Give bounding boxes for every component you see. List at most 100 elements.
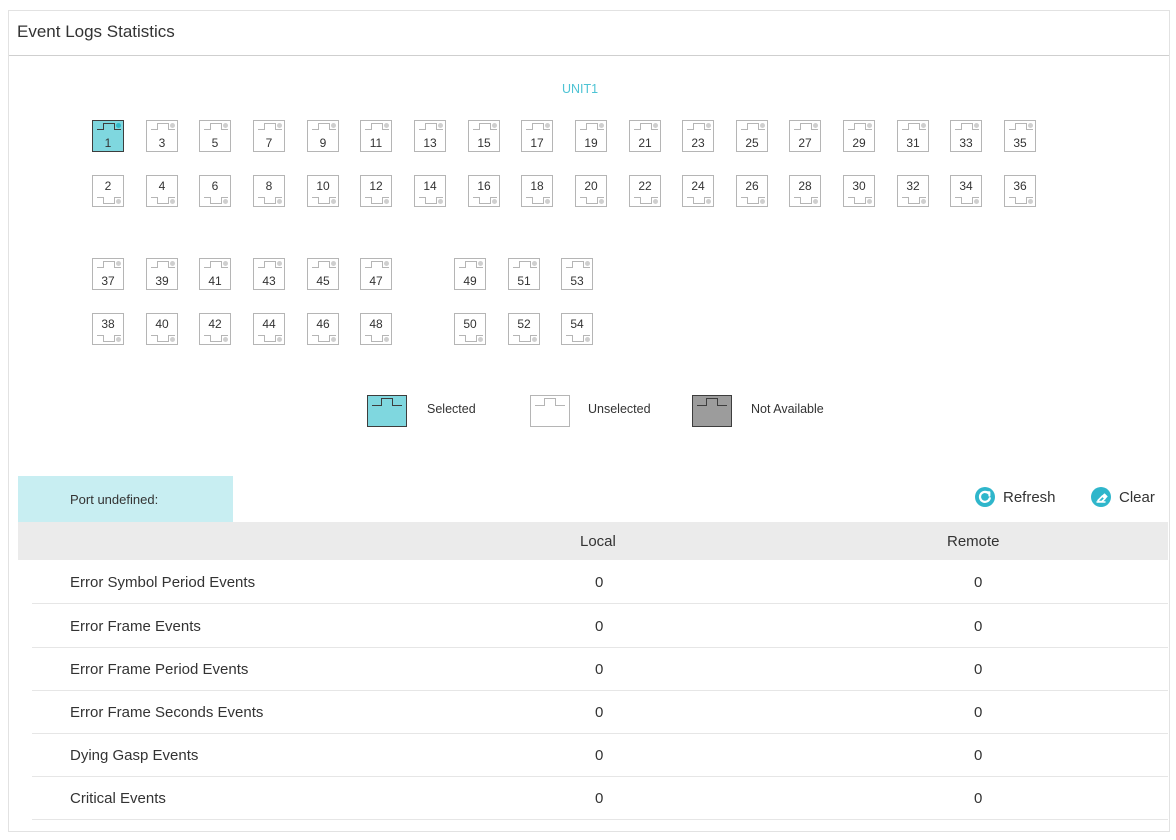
port-10[interactable]: 10 xyxy=(307,175,339,207)
port-7[interactable]: 7 xyxy=(253,120,285,152)
port-19[interactable]: 19 xyxy=(575,120,607,152)
port-24[interactable]: 24 xyxy=(682,175,714,207)
port-11[interactable]: 11 xyxy=(360,120,392,152)
port-30[interactable]: 30 xyxy=(843,175,875,207)
refresh-button[interactable]: Refresh xyxy=(975,486,1056,508)
port-status-dot xyxy=(331,261,336,266)
port-number: 27 xyxy=(798,136,812,150)
port-50[interactable]: 50 xyxy=(454,313,486,345)
port-40[interactable]: 40 xyxy=(146,313,178,345)
port-6[interactable]: 6 xyxy=(199,175,231,207)
port-20[interactable]: 20 xyxy=(575,175,607,207)
port-number: 34 xyxy=(959,179,973,193)
port-status-dot xyxy=(384,261,389,266)
port-status-dot xyxy=(1028,199,1033,204)
port-status-dot xyxy=(974,199,979,204)
port-43[interactable]: 43 xyxy=(253,258,285,290)
port-12[interactable]: 12 xyxy=(360,175,392,207)
port-44[interactable]: 44 xyxy=(253,313,285,345)
port-13[interactable]: 13 xyxy=(414,120,446,152)
port-number: 2 xyxy=(104,179,112,193)
row-remote: 0 xyxy=(974,574,983,591)
port-number: 54 xyxy=(570,317,584,331)
port-8[interactable]: 8 xyxy=(253,175,285,207)
port-number: 7 xyxy=(265,136,273,150)
port-status-dot xyxy=(223,261,228,266)
port-54[interactable]: 54 xyxy=(561,313,593,345)
port-17[interactable]: 17 xyxy=(521,120,553,152)
clear-button[interactable]: Clear xyxy=(1091,486,1155,508)
refresh-icon xyxy=(975,487,995,507)
port-25[interactable]: 25 xyxy=(736,120,768,152)
port-status-dot xyxy=(384,123,389,128)
port-status-dot xyxy=(277,199,282,204)
port-52[interactable]: 52 xyxy=(508,313,540,345)
port-38[interactable]: 38 xyxy=(92,313,124,345)
port-9[interactable]: 9 xyxy=(307,120,339,152)
port-41[interactable]: 41 xyxy=(199,258,231,290)
port-33[interactable]: 33 xyxy=(950,120,982,152)
panel-header: Event Logs Statistics xyxy=(9,11,1169,56)
port-47[interactable]: 47 xyxy=(360,258,392,290)
row-remote: 0 xyxy=(974,618,983,635)
port-number: 17 xyxy=(530,136,544,150)
port-35[interactable]: 35 xyxy=(1004,120,1036,152)
table-row: Error Frame Period Events 0 0 xyxy=(32,647,1168,691)
port-5[interactable]: 5 xyxy=(199,120,231,152)
port-37[interactable]: 37 xyxy=(92,258,124,290)
port-number: 52 xyxy=(517,317,531,331)
port-status-dot xyxy=(706,123,711,128)
table-row: Error Frame Seconds Events 0 0 xyxy=(32,690,1168,734)
port-status-dot xyxy=(1028,123,1033,128)
port-53[interactable]: 53 xyxy=(561,258,593,290)
port-21[interactable]: 21 xyxy=(629,120,661,152)
port-48[interactable]: 48 xyxy=(360,313,392,345)
port-39[interactable]: 39 xyxy=(146,258,178,290)
port-36[interactable]: 36 xyxy=(1004,175,1036,207)
port-45[interactable]: 45 xyxy=(307,258,339,290)
port-23[interactable]: 23 xyxy=(682,120,714,152)
port-status-dot xyxy=(760,123,765,128)
port-2[interactable]: 2 xyxy=(92,175,124,207)
port-29[interactable]: 29 xyxy=(843,120,875,152)
refresh-label: Refresh xyxy=(1003,488,1056,506)
port-status-dot xyxy=(545,123,550,128)
legend-unselected-icon xyxy=(530,395,570,427)
port-1[interactable]: 1 xyxy=(92,120,124,152)
port-49[interactable]: 49 xyxy=(454,258,486,290)
port-31[interactable]: 31 xyxy=(897,120,929,152)
port-number: 16 xyxy=(477,179,491,193)
port-number: 20 xyxy=(584,179,598,193)
port-27[interactable]: 27 xyxy=(789,120,821,152)
port-26[interactable]: 26 xyxy=(736,175,768,207)
port-status-dot xyxy=(277,261,282,266)
port-28[interactable]: 28 xyxy=(789,175,821,207)
row-local: 0 xyxy=(595,574,604,591)
port-15[interactable]: 15 xyxy=(468,120,500,152)
port-number: 41 xyxy=(208,274,222,288)
port-3[interactable]: 3 xyxy=(146,120,178,152)
port-status-dot xyxy=(116,337,121,342)
port-number: 1 xyxy=(104,136,112,150)
port-number: 13 xyxy=(423,136,437,150)
port-tab[interactable]: Port undefined: xyxy=(18,476,233,522)
port-number: 45 xyxy=(316,274,330,288)
port-42[interactable]: 42 xyxy=(199,313,231,345)
port-46[interactable]: 46 xyxy=(307,313,339,345)
port-14[interactable]: 14 xyxy=(414,175,446,207)
port-number: 8 xyxy=(265,179,273,193)
port-4[interactable]: 4 xyxy=(146,175,178,207)
port-number: 10 xyxy=(316,179,330,193)
port-number: 28 xyxy=(798,179,812,193)
port-51[interactable]: 51 xyxy=(508,258,540,290)
port-number: 22 xyxy=(638,179,652,193)
table-row: Error Symbol Period Events 0 0 xyxy=(32,560,1168,604)
port-status-dot xyxy=(223,199,228,204)
port-22[interactable]: 22 xyxy=(629,175,661,207)
port-18[interactable]: 18 xyxy=(521,175,553,207)
port-34[interactable]: 34 xyxy=(950,175,982,207)
port-16[interactable]: 16 xyxy=(468,175,500,207)
port-number: 53 xyxy=(570,274,584,288)
port-32[interactable]: 32 xyxy=(897,175,929,207)
port-number: 26 xyxy=(745,179,759,193)
